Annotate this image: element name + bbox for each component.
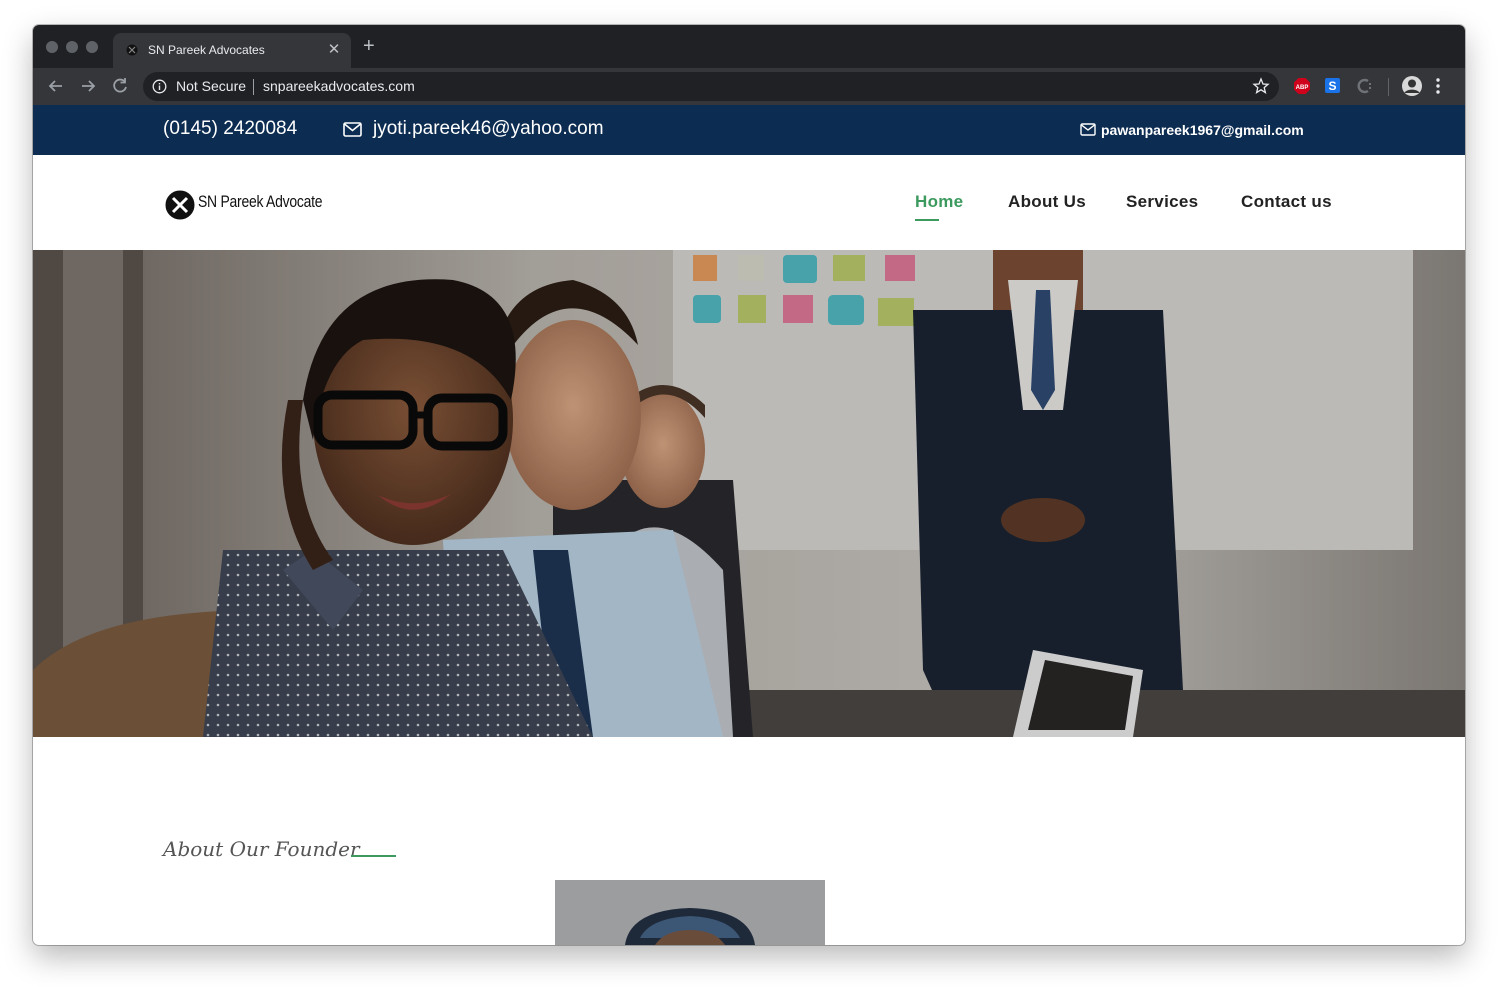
back-arrow-icon[interactable] [45, 75, 67, 97]
site-favicon-icon [126, 44, 138, 56]
info-icon[interactable] [152, 79, 167, 94]
star-icon[interactable] [1252, 77, 1270, 95]
svg-text:ABP: ABP [1296, 85, 1309, 91]
menu-dots-icon[interactable] [1435, 77, 1441, 95]
url-text[interactable]: snpareekadvocates.com [263, 78, 415, 94]
maximize-window-dot[interactable] [86, 41, 98, 53]
nav-services[interactable]: Services [1126, 192, 1198, 212]
c-extension-icon[interactable] [1356, 77, 1374, 95]
about-heading-accent-line [351, 855, 396, 857]
tab-close-icon[interactable]: ✕ [325, 40, 343, 58]
forward-arrow-icon[interactable] [77, 75, 99, 97]
primary-email-text: jyoti.pareek46@yahoo.com [373, 118, 604, 139]
tab-title: SN Pareek Advocates [148, 43, 265, 57]
founder-photo [555, 880, 825, 945]
browser-window: SN Pareek Advocates ✕ + Not Secure snpar… [33, 25, 1465, 945]
svg-text:S: S [1328, 79, 1336, 93]
nav-home[interactable]: Home [915, 192, 963, 212]
phone-number[interactable]: (0145) 2420084 [163, 118, 297, 140]
close-window-dot[interactable] [46, 41, 58, 53]
address-bar[interactable]: Not Secure snpareekadvocates.com [143, 72, 1279, 101]
nav-about-us[interactable]: About Us [1008, 192, 1086, 212]
minimize-window-dot[interactable] [66, 41, 78, 53]
s-extension-icon[interactable]: S [1324, 77, 1341, 94]
browser-toolbar: Not Secure snpareekadvocates.com ABP S [33, 68, 1465, 105]
security-label[interactable]: Not Secure [176, 78, 246, 94]
reload-icon[interactable] [109, 75, 131, 97]
logo-emblem-icon [165, 190, 195, 220]
tab-strip: SN Pareek Advocates ✕ + [33, 25, 1465, 68]
abp-extension-icon[interactable]: ABP [1293, 77, 1311, 95]
about-founder-heading: About Our Founder [163, 837, 360, 861]
toolbar-separator [1388, 78, 1389, 96]
site-header: SN Pareek Advocate Home About Us Service… [33, 155, 1465, 250]
envelope-icon [1080, 123, 1096, 136]
founder-photo-illustration [555, 880, 825, 945]
nav-active-underline [915, 219, 939, 221]
envelope-icon [343, 122, 362, 137]
hero-banner-image [33, 250, 1465, 737]
address-separator [253, 79, 254, 95]
browser-tab[interactable]: SN Pareek Advocates ✕ [113, 33, 351, 68]
secondary-email-text: pawanpareek1967@gmail.com [1101, 122, 1304, 138]
logo-text: SN Pareek Advocate [198, 192, 323, 211]
new-tab-button[interactable]: + [363, 35, 375, 58]
hero-photo-illustration [33, 250, 1465, 737]
contact-topbar: (0145) 2420084 jyoti.pareek46@yahoo.com … [33, 105, 1465, 155]
nav-contact-us[interactable]: Contact us [1241, 192, 1332, 212]
profile-avatar-icon[interactable] [1401, 75, 1423, 97]
